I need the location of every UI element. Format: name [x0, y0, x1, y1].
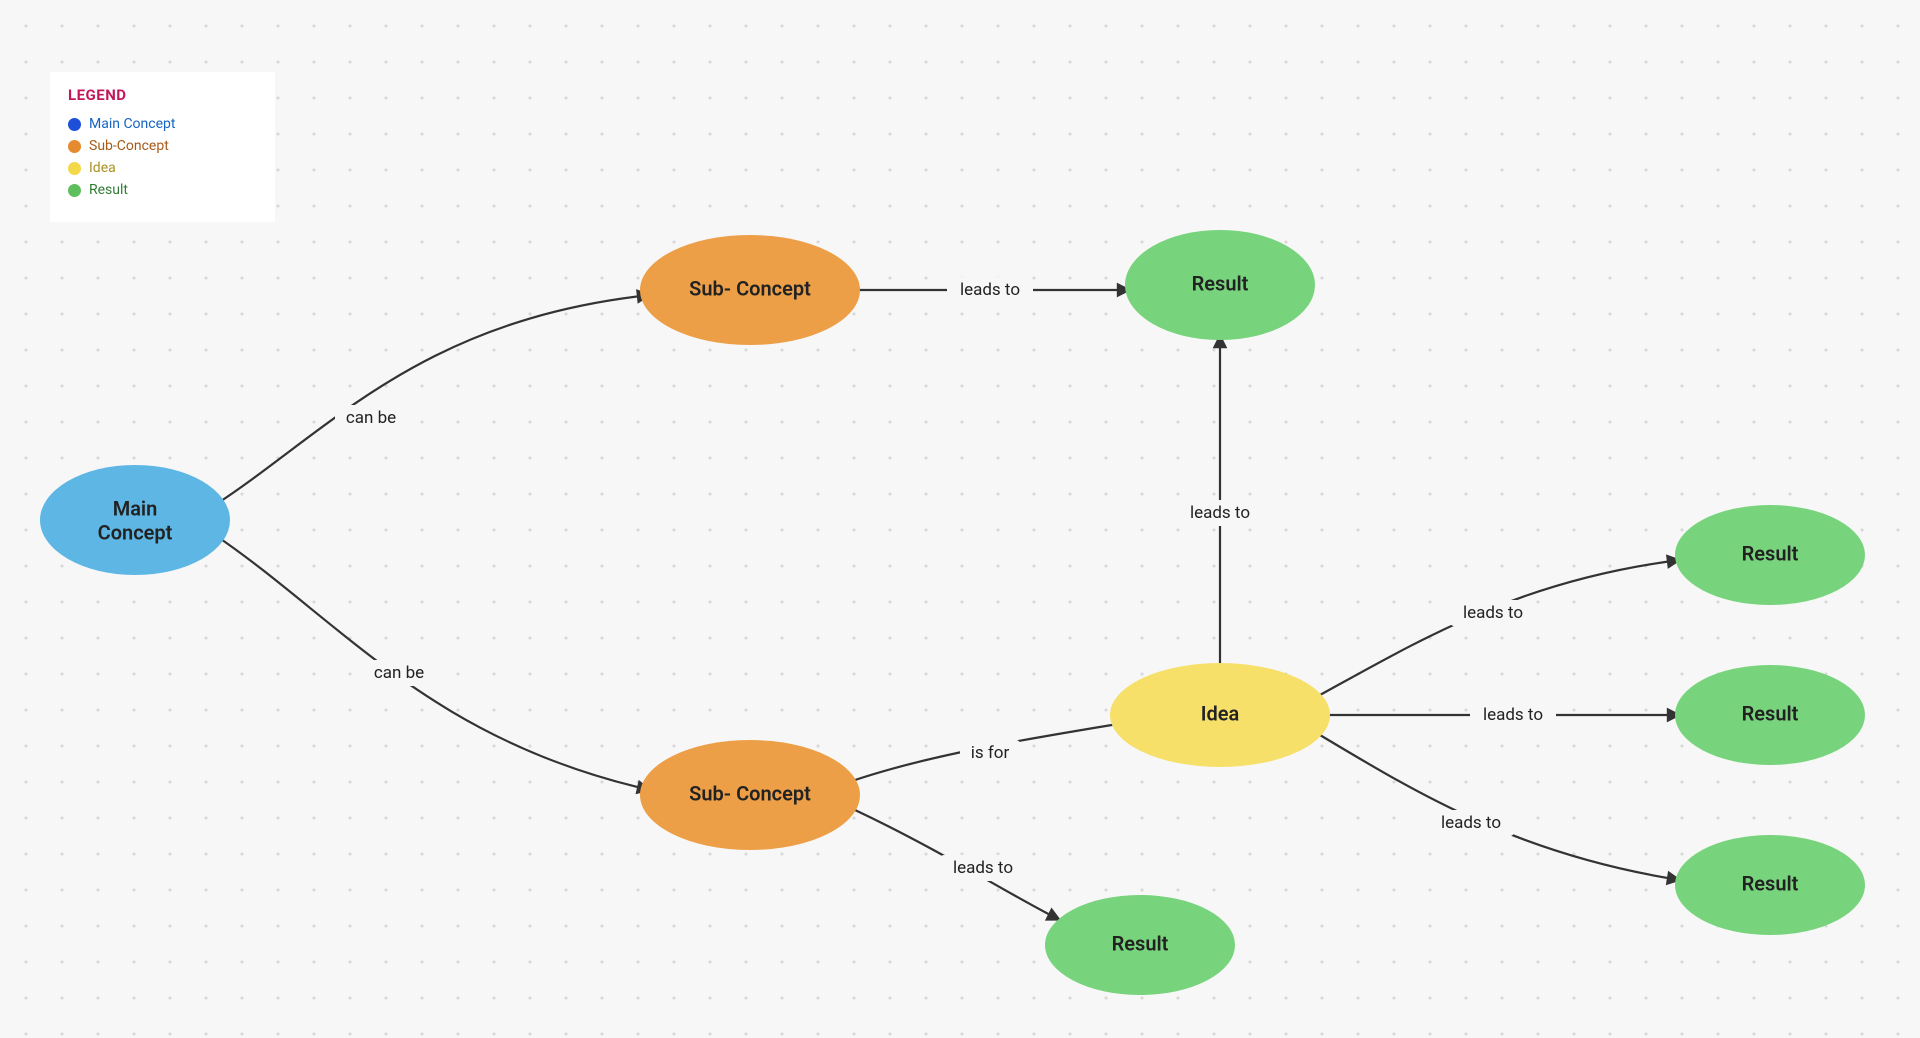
svg-text:Idea: Idea: [1201, 701, 1240, 725]
svg-text:Result: Result: [1742, 541, 1799, 565]
edge-idea-to-result-r2: leads to: [1327, 702, 1680, 728]
diagram-canvas[interactable]: LEGEND Main Concept Sub-Concept Idea Res…: [0, 0, 1920, 1038]
node-result-bottom[interactable]: Result: [1045, 895, 1235, 995]
edge-sub-bot-to-idea: is for: [855, 722, 1130, 780]
svg-text:Sub- Concept: Sub- Concept: [689, 276, 811, 300]
edge-sub-top-to-result-top: leads to: [850, 277, 1130, 303]
svg-text:can be: can be: [346, 408, 396, 428]
svg-text:leads to: leads to: [953, 858, 1013, 878]
svg-text:Result: Result: [1742, 701, 1799, 725]
concept-diagram: can be can be leads to is for leads to l…: [0, 0, 1920, 1038]
svg-text:leads to: leads to: [960, 280, 1020, 300]
svg-text:Result: Result: [1192, 271, 1249, 295]
edge-main-to-sub-bot: can be: [215, 535, 650, 790]
edge-sub-bot-to-result-bot: leads to: [855, 810, 1060, 920]
svg-text:leads to: leads to: [1441, 813, 1501, 833]
svg-text:Main: Main: [113, 496, 158, 520]
edge-idea-to-result-r3: leads to: [1320, 735, 1680, 880]
node-result-right-3[interactable]: Result: [1675, 835, 1865, 935]
node-result-right-1[interactable]: Result: [1675, 505, 1865, 605]
node-sub-concept-top[interactable]: Sub- Concept: [640, 235, 860, 345]
edge-idea-to-result-r1: leads to: [1320, 560, 1680, 695]
svg-text:Result: Result: [1742, 871, 1799, 895]
svg-text:can be: can be: [374, 663, 424, 683]
svg-text:is for: is for: [971, 743, 1010, 763]
node-main-concept[interactable]: Main Concept: [40, 465, 230, 575]
node-result-right-2[interactable]: Result: [1675, 665, 1865, 765]
svg-text:Sub- Concept: Sub- Concept: [689, 781, 811, 805]
node-result-top[interactable]: Result: [1125, 230, 1315, 340]
node-sub-concept-bottom[interactable]: Sub- Concept: [640, 740, 860, 850]
svg-text:Result: Result: [1112, 931, 1169, 955]
svg-text:leads to: leads to: [1190, 503, 1250, 523]
node-idea[interactable]: Idea: [1110, 663, 1330, 767]
svg-text:leads to: leads to: [1483, 705, 1543, 725]
svg-text:leads to: leads to: [1463, 603, 1523, 623]
edge-idea-to-result-top: leads to: [1177, 335, 1263, 665]
svg-text:Concept: Concept: [98, 520, 173, 544]
edge-main-to-sub-top: can be: [215, 295, 650, 505]
